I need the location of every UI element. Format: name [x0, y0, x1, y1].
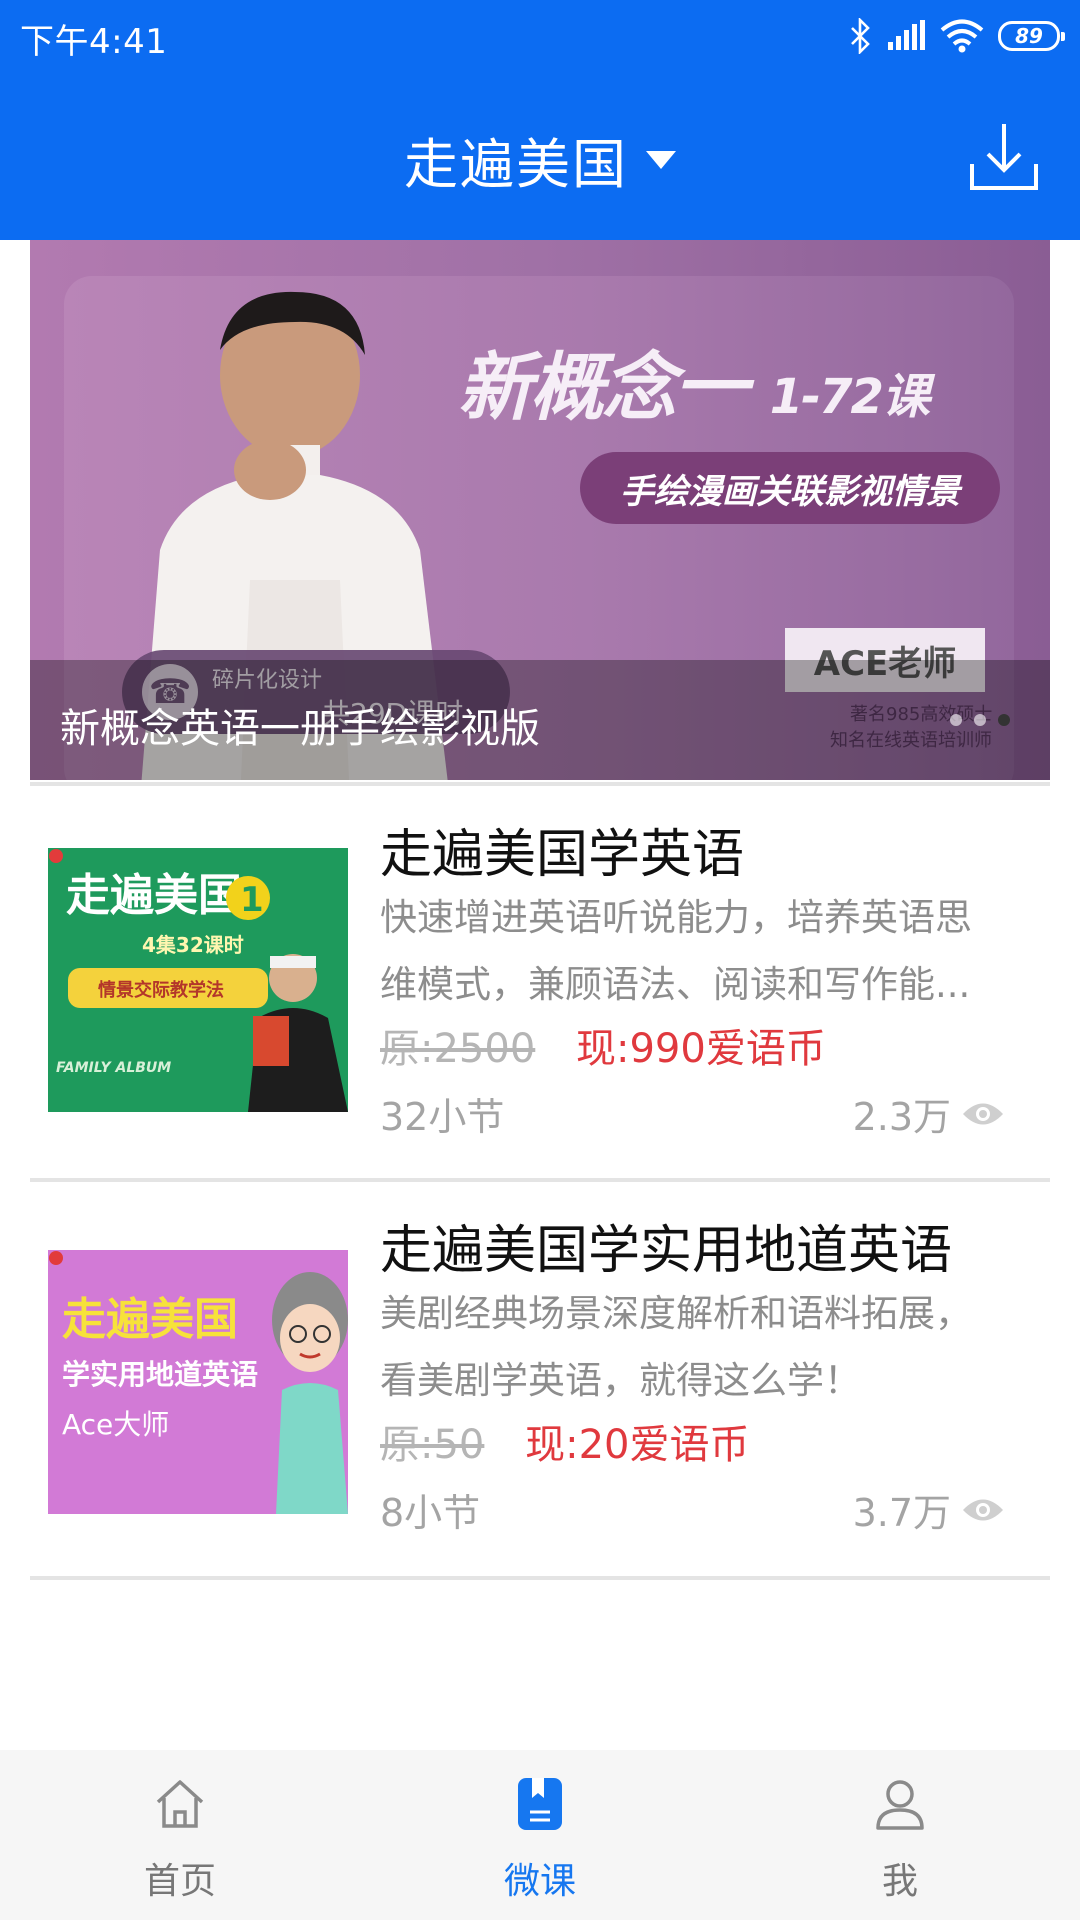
course-desc-line: 美剧经典场景深度解析和语料拓展， — [380, 1292, 972, 1335]
nav-item-microcourse[interactable]: 微课 — [360, 1750, 720, 1920]
status-bar: 下午4:41 89 — [0, 0, 1080, 72]
battery-level: 89 — [1015, 24, 1043, 48]
course-description: 美剧经典场景深度解析和语料拓展， 看美剧学英语，就得这么学！ — [380, 1280, 1020, 1414]
course-desc-line: 快速增进英语听说能力，培养英语思 — [380, 896, 972, 939]
current-price: 现:20爱语币 — [525, 1422, 750, 1468]
course-thumbnail-art: 走遍美国 1 4集32课时 情景交际教学法 FAMILY ALBUM — [48, 848, 348, 1112]
lesson-count: 8小节 — [380, 1491, 481, 1535]
title-dropdown[interactable]: 走遍美国 — [0, 120, 1080, 199]
view-count: 3.7万 — [853, 1482, 1005, 1537]
price-row: 原:50 现:20爱语币 — [380, 1412, 749, 1470]
nav-label: 我 — [881, 1861, 918, 1902]
page-title: 走遍美国 — [404, 133, 628, 196]
course-desc-line: 维模式，兼顾语法、阅读和写作能... — [380, 963, 971, 1006]
course-description: 快速增进英语听说能力，培养英语思 维模式，兼顾语法、阅读和写作能... — [380, 884, 1020, 1018]
course-title[interactable]: 走遍美国学英语 — [380, 812, 744, 887]
banner-pill: 手绘漫画关联影视情景 — [580, 452, 1000, 524]
divider — [30, 1576, 1050, 1580]
thumb-author: Ace大师 — [62, 1408, 169, 1441]
nav-label: 微课 — [503, 1861, 576, 1902]
carousel-dot[interactable] — [974, 714, 986, 726]
course-title[interactable]: 走遍美国学实用地道英语 — [380, 1208, 952, 1283]
carousel-dot-active[interactable] — [998, 714, 1010, 726]
banner-carousel[interactable]: 新概念一 1-72课 手绘漫画关联影视情景 ☎ 碎片化设计 共29D课时 ACE… — [30, 240, 1050, 780]
user-icon — [876, 1780, 924, 1830]
caret-down-icon — [646, 150, 676, 169]
original-price: 原:50 — [380, 1422, 485, 1468]
thumb-subtitle: 学实用地道英语 — [62, 1358, 258, 1391]
signal-icon — [888, 20, 925, 50]
nav-item-me[interactable]: 我 — [720, 1750, 1080, 1920]
bottom-nav: 首页 微课 我 — [0, 1750, 1080, 1920]
course-item[interactable]: 走遍美国 学实用地道英语 Ace大师 走遍美国学实用地道英语 美剧经典场景深度解… — [30, 1182, 1050, 1574]
thumb-subtitle: 4集32课时 — [142, 933, 244, 957]
original-price: 原:2500 — [380, 1026, 536, 1072]
price-row: 原:2500 现:990爱语币 — [380, 1016, 826, 1074]
lesson-count: 32小节 — [380, 1095, 505, 1139]
carousel-dot[interactable] — [950, 714, 962, 726]
status-time: 下午4:41 — [20, 22, 168, 62]
bluetooth-icon — [851, 18, 870, 54]
eye-icon — [963, 1499, 1003, 1520]
nav-label: 首页 — [143, 1861, 216, 1902]
banner-headline-main: 新概念一 — [458, 345, 748, 431]
wifi-icon — [940, 19, 984, 53]
banner-caption-bar: 新概念英语一册手绘影视版 — [30, 660, 1050, 780]
course-thumbnail-art: 走遍美国 学实用地道英语 Ace大师 — [48, 1250, 348, 1514]
app-header: 下午4:41 89 走遍美国 — [0, 0, 1080, 240]
course-item[interactable]: 走遍美国 1 4集32课时 情景交际教学法 FAMILY ALBUM 走遍美国学… — [30, 786, 1050, 1178]
home-icon — [156, 1780, 204, 1828]
thumb-title: 走遍美国 — [66, 870, 242, 921]
carousel-dots — [950, 714, 1010, 726]
view-count: 2.3万 — [853, 1086, 1005, 1141]
view-count-value: 2.3万 — [852, 1095, 951, 1139]
course-thumbnail: 走遍美国 学实用地道英语 Ace大师 — [48, 1250, 348, 1514]
nav-item-home[interactable]: 首页 — [0, 1750, 360, 1920]
battery-icon: 89 — [998, 21, 1065, 51]
course-desc-line: 看美剧学英语，就得这么学！ — [380, 1359, 861, 1402]
banner-headline: 新概念一 1-72课 — [458, 328, 930, 435]
view-count-value: 3.7万 — [852, 1491, 951, 1535]
thumb-tag: 情景交际教学法 — [98, 979, 224, 1001]
status-icons: 89 — [848, 16, 1065, 56]
thumb-footer: FAMILY ALBUM — [56, 1060, 171, 1076]
download-icon[interactable] — [968, 120, 1040, 192]
thumb-title: 走遍美国 — [62, 1294, 238, 1345]
book-icon — [518, 1778, 562, 1830]
current-price: 现:990爱语币 — [576, 1026, 826, 1072]
course-thumbnail: 走遍美国 1 4集32课时 情景交际教学法 FAMILY ALBUM — [48, 848, 348, 1112]
thumb-badge: 1 — [240, 880, 264, 920]
eye-icon — [963, 1103, 1003, 1124]
banner-caption: 新概念英语一册手绘影视版 — [60, 706, 540, 752]
banner-headline-sub: 1-72课 — [769, 369, 930, 425]
